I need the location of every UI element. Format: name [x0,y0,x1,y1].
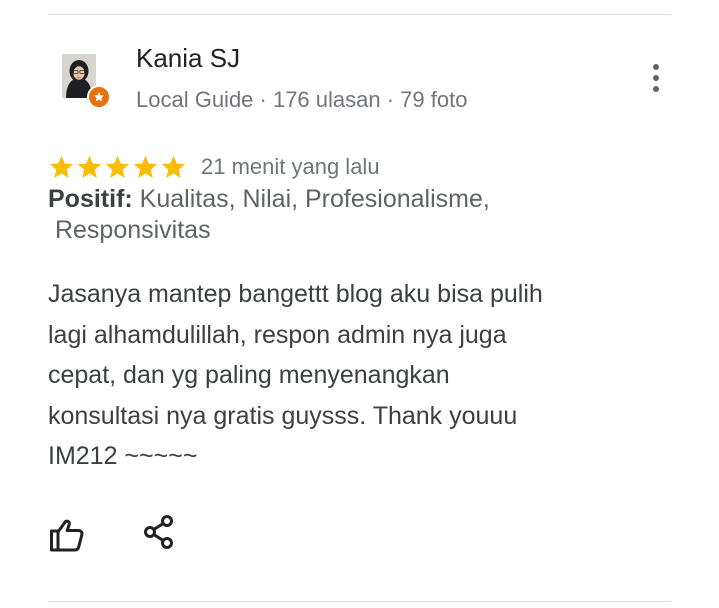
review-body: Jasanya mantep bangettt blog aku bisa pu… [48,274,648,477]
reviewer-meta: Local Guide · 176 ulasan · 79 foto [136,87,468,112]
more-options-button[interactable] [640,60,672,96]
star-icon [105,155,130,178]
review-body-line: Jasanya mantep bangettt blog aku bisa pu… [48,280,543,308]
more-vert-icon [653,64,659,70]
review-body-line: lagi alhamdulillah, respon admin nya jug… [48,320,507,349]
star-icon [49,155,74,178]
like-button[interactable] [48,516,86,554]
review-time: 21 menit yang lalu [201,154,380,179]
positives-label: Positif: [48,185,133,213]
thumbs-up-icon [50,519,84,552]
review-body-line: cepat, dan yg paling menyenangkan [48,361,450,389]
rating-row: 21 menit yang lalu [48,152,380,182]
local-guide-badge-icon [87,85,111,109]
reviewer-avatar-container[interactable] [62,54,111,109]
review-body-line: IM212 ~~~~~ [48,442,198,470]
star-rating [48,154,187,181]
positives-text: Kualitas, Nilai, Profesionalisme, [132,185,490,213]
share-icon [144,515,173,549]
star-icon [133,155,158,178]
positives-text-continued: Responsivitas [54,216,211,244]
star-icon [77,155,102,178]
review-body-line: konsultasi nya gratis guysss. Thank youu… [48,401,518,430]
reviewer-name[interactable]: Kania SJ [136,43,240,74]
star-icon [161,155,186,178]
positive-attributes: Positif: Kualitas, Nilai, Profesionalism… [48,184,608,246]
top-divider [48,14,671,15]
share-button[interactable] [142,514,176,550]
bottom-divider [48,601,671,602]
